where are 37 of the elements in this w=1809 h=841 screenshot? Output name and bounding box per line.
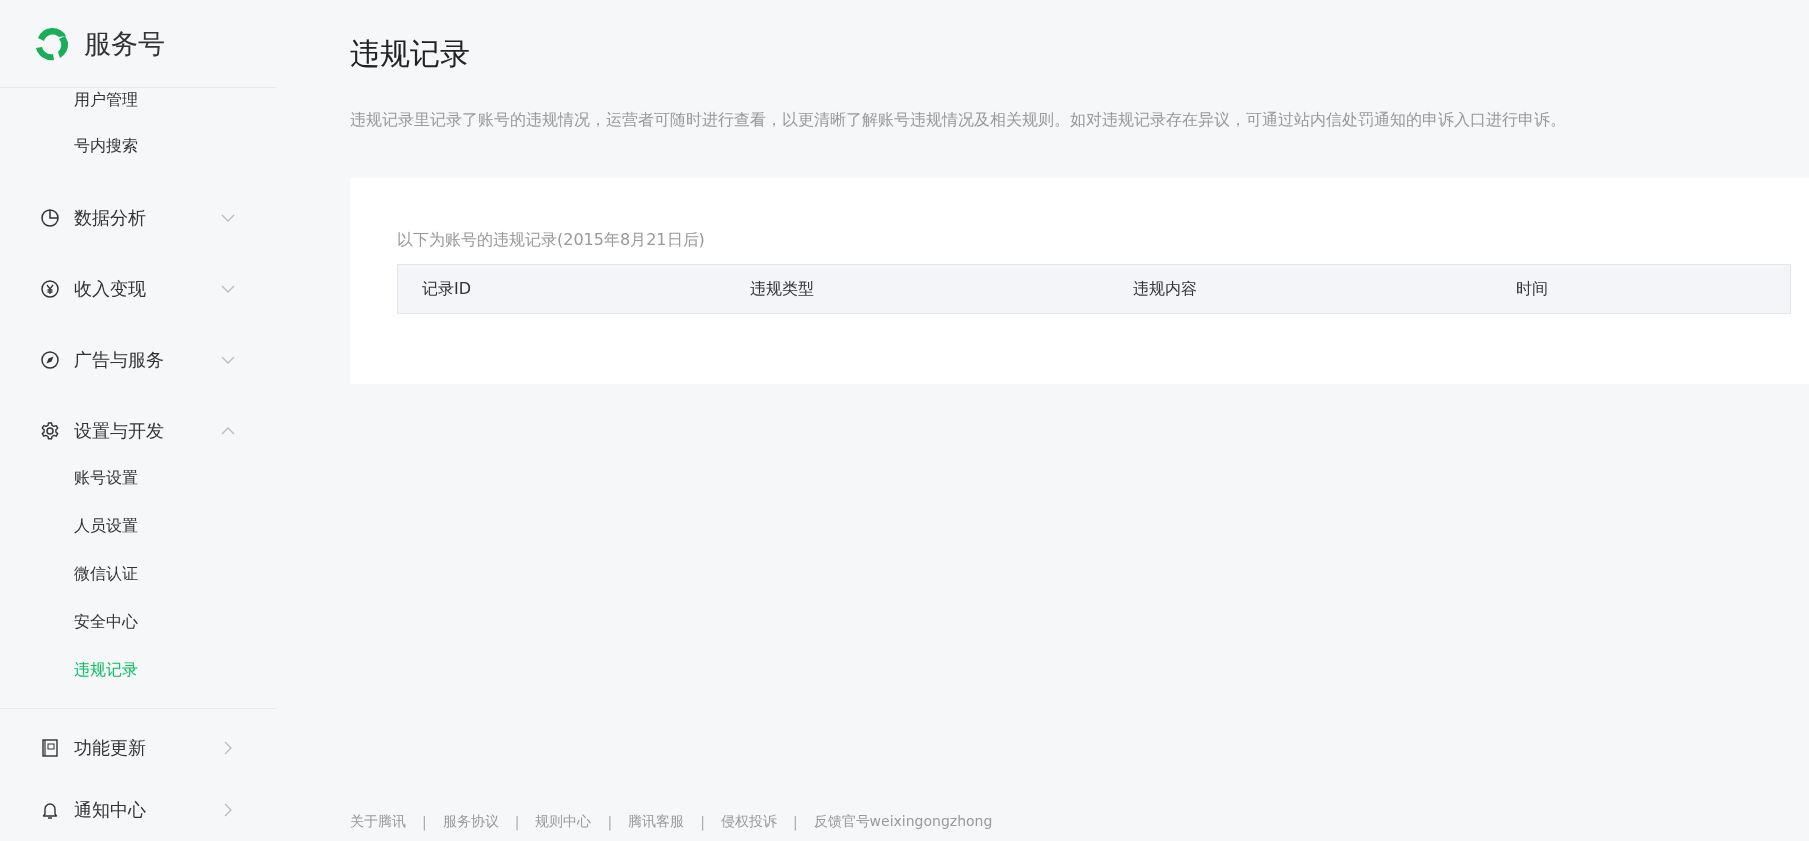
footer-separator: | [792,814,798,830]
pie-chart-icon [40,207,60,228]
footer-separator: | [422,814,427,830]
book-icon [40,738,60,758]
column-header: 记录ID [422,278,473,300]
compass-icon [40,349,60,370]
column-header: 违规类型 [750,278,816,300]
footer-separator: | [700,814,705,830]
footer-separator: | [514,814,520,830]
sidebar-item[interactable]: 安全中心 [0,610,276,658]
chevron-right-icon [223,740,233,756]
sidebar-link[interactable]: 通知中心 [74,798,223,822]
chevron-icon[interactable] [220,354,236,365]
sidebar-group[interactable]: 广告与服务 [74,347,220,372]
footer-separator: | [607,814,613,830]
yen-coin-icon [40,278,60,299]
sidebar-item[interactable]: 用户管理 [0,88,276,134]
chevron-icon[interactable] [220,283,236,294]
chevron-icon[interactable] [220,425,236,436]
table-caption: 以下为账号的违规记录(2015年8月21日后) [397,229,706,251]
brand-name: 服务号 [84,26,165,61]
bell-icon [40,800,60,820]
column-header: 时间 [1516,278,1550,300]
chevron-right-icon [223,802,233,818]
sidebar-item[interactable]: 账号设置 [0,466,276,514]
settings-icon [40,420,60,441]
sidebar-group[interactable]: 设置与开发 [74,418,220,443]
chevron-icon[interactable] [220,212,236,223]
sidebar-link[interactable]: 功能更新 [74,736,223,760]
sidebar-group[interactable]: 数据分析 [74,205,220,230]
page-description: 违规记录里记录了账号的违规情况，运营者可随时进行查看，以更清晰了解账号违规情况及相关规则。如对违规记录存在异议，可通过站内信处罚通知的申诉入口进行申诉。 [350,109,1567,131]
sidebar-item[interactable]: 号内搜索 [0,134,276,182]
sidebar-item[interactable]: 人员设置 [0,514,276,562]
sidebar-item[interactable]: 微信认证 [0,562,276,610]
column-header: 违规内容 [1133,278,1199,300]
page-title: 违规记录 [350,35,471,73]
sidebar-group[interactable]: 收入变现 [74,276,220,301]
